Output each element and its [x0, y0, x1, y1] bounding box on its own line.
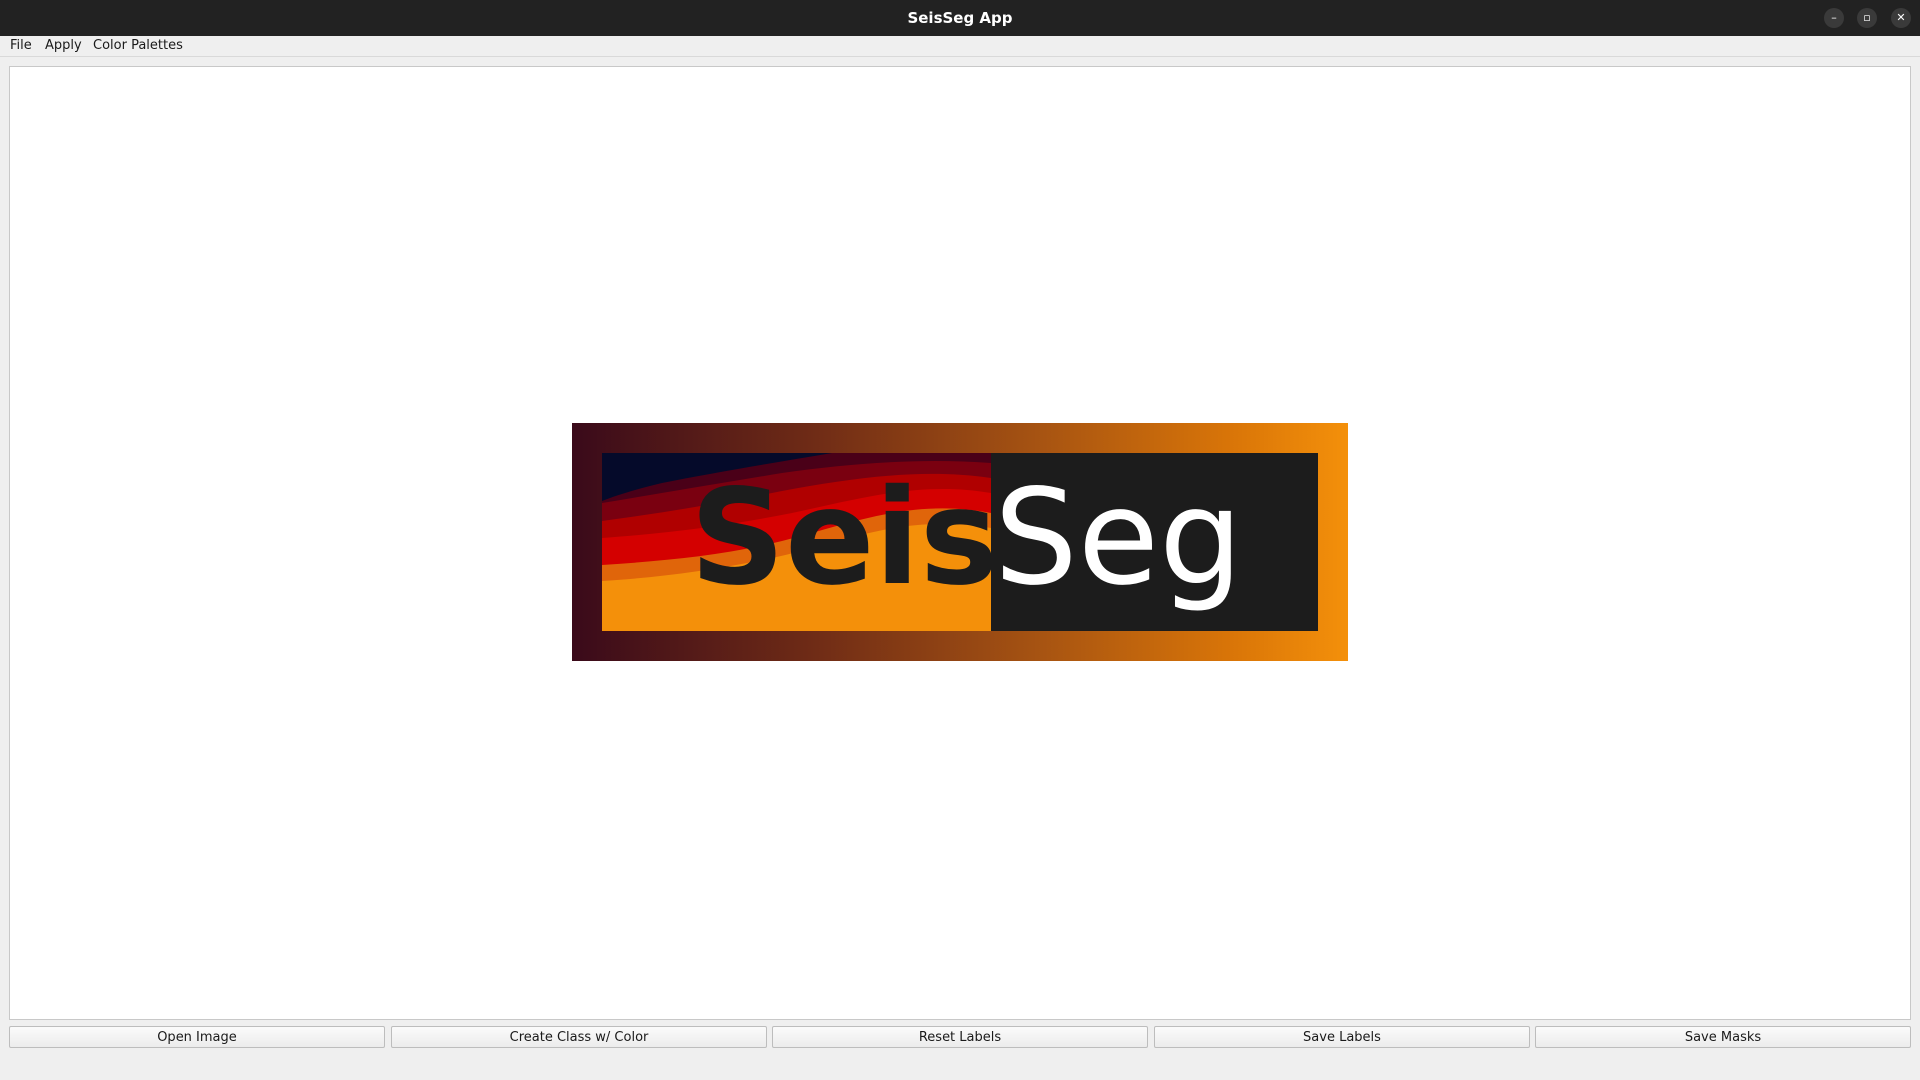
open-image-button[interactable]: Open Image — [9, 1026, 385, 1048]
seisseg-logo: Seis Seg — [572, 423, 1348, 661]
menu-apply[interactable]: Apply — [45, 36, 82, 56]
minimize-button[interactable]: – — [1824, 8, 1844, 28]
title-bar: SeisSeg App – ▫ ✕ — [0, 0, 1920, 36]
menu-bar: File Apply Color Palettes — [0, 36, 1920, 57]
close-button[interactable]: ✕ — [1891, 8, 1911, 28]
logo-text-seg: Seg — [994, 461, 1243, 615]
image-canvas[interactable]: Seis Seg — [9, 66, 1911, 1020]
logo-inner-panel: Seis Seg — [602, 453, 1318, 631]
create-class-button[interactable]: Create Class w/ Color — [391, 1026, 767, 1048]
window-title: SeisSeg App — [907, 9, 1013, 27]
reset-labels-button[interactable]: Reset Labels — [772, 1026, 1148, 1048]
menu-file[interactable]: File — [10, 36, 32, 56]
menu-color-palettes[interactable]: Color Palettes — [93, 36, 183, 56]
maximize-button[interactable]: ▫ — [1857, 8, 1877, 28]
save-masks-button[interactable]: Save Masks — [1535, 1026, 1911, 1048]
logo-text: Seis Seg — [602, 453, 1318, 631]
save-labels-button[interactable]: Save Labels — [1154, 1026, 1530, 1048]
logo-text-seis: Seis — [690, 461, 999, 615]
